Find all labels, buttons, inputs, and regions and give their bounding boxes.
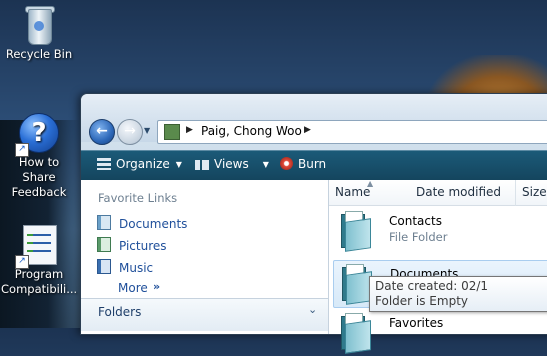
burn-disc-icon xyxy=(280,157,293,170)
folder-location-icon xyxy=(164,124,180,140)
breadcrumb-chevron-icon[interactable]: ▶ xyxy=(186,125,193,135)
column-header-size[interactable]: Size xyxy=(516,180,547,206)
views-button[interactable]: Views ▼ xyxy=(195,157,269,171)
chevron-down-icon[interactable]: ⌄ xyxy=(308,303,317,316)
shortcut-arrow-icon: ↗ xyxy=(15,143,29,157)
recent-pages-dropdown[interactable]: ▼ xyxy=(144,126,154,136)
desktop-icon-label: Program Compatibili... xyxy=(1,267,78,296)
column-header-date-modified[interactable]: Date modified xyxy=(410,180,516,206)
column-label: Size xyxy=(522,185,547,199)
link-label: Documents xyxy=(119,217,188,231)
views-icon xyxy=(195,160,209,170)
organize-icon xyxy=(97,158,111,170)
link-label: Music xyxy=(119,261,154,275)
burn-label: Burn xyxy=(298,157,327,171)
sort-ascending-icon: ▲ xyxy=(367,179,374,188)
music-icon xyxy=(97,259,111,274)
double-chevron-right-icon[interactable]: » xyxy=(153,280,160,293)
navigation-pane: Favorite Links Documents Pictures Music … xyxy=(81,180,329,334)
column-label: Date modified xyxy=(416,185,502,199)
shortcut-arrow-icon: ↗ xyxy=(15,255,29,269)
link-label: Pictures xyxy=(119,239,167,253)
list-item-favorites[interactable]: Favorites xyxy=(333,310,547,356)
more-links-button[interactable]: More xyxy=(118,281,148,295)
desktop-icon-label: Recycle Bin xyxy=(5,47,73,61)
folder-icon xyxy=(339,312,371,354)
chevron-down-icon: ▼ xyxy=(175,160,182,169)
favorite-link-documents[interactable]: Documents xyxy=(97,215,187,231)
chevron-down-icon: ▼ xyxy=(262,160,269,169)
documents-icon xyxy=(97,215,111,230)
folder-icon xyxy=(340,263,372,305)
organize-label: Organize xyxy=(116,157,170,171)
favorite-link-music[interactable]: Music xyxy=(97,259,153,275)
back-button[interactable]: ← xyxy=(89,119,115,145)
burn-button[interactable]: Burn xyxy=(280,157,326,171)
favorite-links-header: Favorite Links xyxy=(98,191,178,205)
desktop-icon-how-to-share-feedback[interactable]: ? ↗ How to Share Feedback xyxy=(0,113,78,200)
column-label: Name xyxy=(335,185,371,199)
tooltip-folder-status: Folder is Empty xyxy=(375,294,468,308)
item-type: File Folder xyxy=(389,230,448,244)
folder-info-tooltip: Date created: 02/1 Folder is Empty xyxy=(369,276,547,312)
compatibility-wizard-icon: ↗ xyxy=(15,225,59,269)
forward-button[interactable]: → xyxy=(117,119,143,145)
folders-label: Folders xyxy=(98,305,142,319)
organize-button[interactable]: Organize ▼ xyxy=(97,157,182,171)
command-bar: Organize ▼ Views ▼ Burn xyxy=(81,150,547,180)
desktop-icon-label: How to Share Feedback xyxy=(11,155,67,199)
breadcrumb-chevron-icon[interactable]: ▶ xyxy=(304,125,311,135)
navigation-bar: ← → ▼ ▶ Paig, Chong Woo ▶ xyxy=(81,94,547,145)
breadcrumb-user-folder[interactable]: Paig, Chong Woo xyxy=(201,124,302,138)
favorite-link-pictures[interactable]: Pictures xyxy=(97,237,167,253)
desktop-icon-program-compatibility[interactable]: ↗ Program Compatibili... xyxy=(0,225,78,297)
pictures-icon xyxy=(97,237,111,252)
help-icon: ? ↗ xyxy=(15,113,59,157)
folder-icon xyxy=(339,210,371,252)
recycle-bin-icon xyxy=(22,3,56,45)
tooltip-date-created: Date created: 02/1 xyxy=(375,279,489,293)
list-item-contacts[interactable]: Contacts File Folder xyxy=(333,208,547,254)
views-label: Views xyxy=(214,157,249,171)
folders-bar[interactable]: Folders ⌄ xyxy=(81,298,328,331)
address-bar[interactable]: ▶ Paig, Chong Woo ▶ xyxy=(157,120,547,144)
column-header-name[interactable]: ▲ Name xyxy=(329,179,416,206)
desktop-icon-recycle-bin[interactable]: Recycle Bin xyxy=(0,3,78,62)
item-name: Contacts xyxy=(389,214,442,228)
